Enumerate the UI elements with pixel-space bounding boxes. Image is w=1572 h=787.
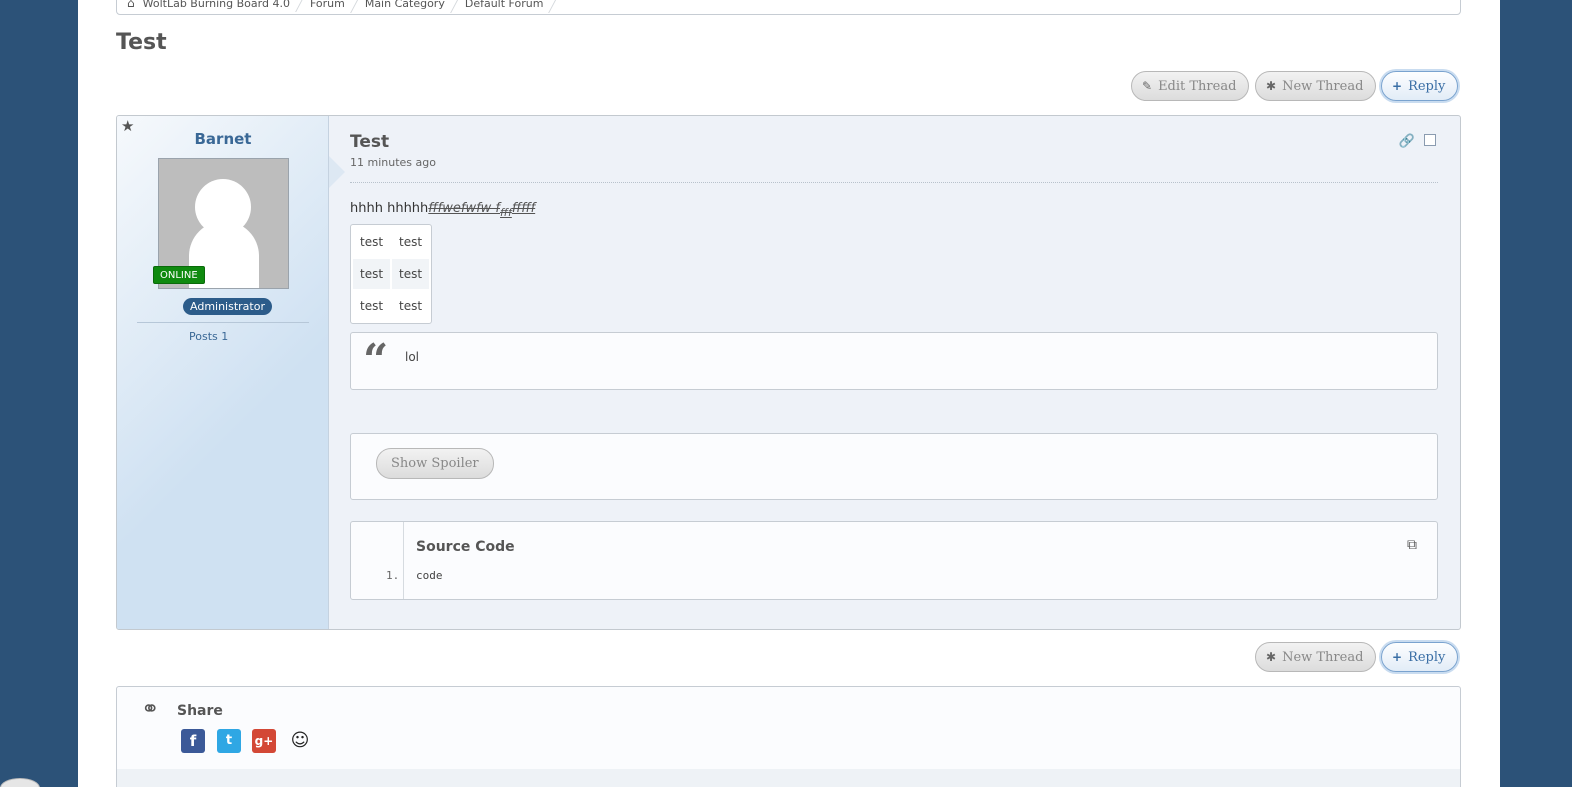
message-tail: fffff: [511, 201, 536, 216]
breadcrumb-link-forum[interactable]: Forum: [310, 0, 345, 10]
message-table: test test test test test test: [350, 224, 433, 324]
table-row: test test: [353, 227, 429, 257]
table-row: test test: [353, 259, 430, 289]
post-time[interactable]: 11 minutes ago: [350, 156, 436, 169]
table-cell: test: [399, 299, 423, 313]
share-box: ⚭ Share f t g+ ☺: [116, 686, 1461, 787]
page-title: Test: [116, 30, 167, 55]
code-line: code: [416, 569, 443, 582]
edit-thread-button[interactable]: ✎ Edit Thread: [1131, 71, 1250, 101]
line-number: 1.: [386, 569, 400, 582]
breadcrumb-item[interactable]: ⌂ WoltLab Burning Board 4.0: [127, 0, 304, 10]
message-subscript: fff: [500, 206, 512, 219]
asterisk-icon: ✱: [1266, 650, 1277, 664]
table-cell: test: [399, 235, 423, 249]
new-thread-label: New Thread: [1282, 649, 1364, 665]
message-styled: fffwefwfw f: [428, 201, 501, 216]
post-select-checkbox[interactable]: [1424, 134, 1436, 146]
spoiler-box: Show Spoiler: [350, 433, 1438, 500]
new-thread-button-bottom[interactable]: ✱ New Thread: [1255, 642, 1377, 672]
permalink-icon[interactable]: 🔗: [1399, 134, 1415, 149]
copy-icon[interactable]: ⧉: [1407, 537, 1417, 553]
breadcrumb: ⌂ WoltLab Burning Board 4.0 Forum Main C…: [116, 0, 1461, 15]
post-title: Test: [350, 132, 390, 152]
sidebar-arrow: [329, 156, 345, 188]
breadcrumb-link-category[interactable]: Main Category: [365, 0, 445, 10]
new-thread-label: New Thread: [1282, 78, 1364, 94]
reply-label: Reply: [1408, 78, 1446, 94]
share-footer: [117, 769, 1460, 787]
post-sidebar: ★ Barnet ONLINE Administrator Posts 1: [117, 116, 329, 629]
scroll-to-top-button[interactable]: [0, 778, 40, 787]
divider: [137, 322, 309, 323]
author-name[interactable]: Barnet: [117, 130, 329, 148]
table-cell: test: [360, 235, 384, 249]
facebook-icon[interactable]: f: [181, 729, 205, 753]
posts-stat[interactable]: Posts 1: [189, 330, 228, 343]
table-row: test test: [353, 291, 429, 321]
plus-icon: +: [1392, 650, 1403, 664]
post: ★ Barnet ONLINE Administrator Posts 1 Te…: [116, 115, 1461, 630]
online-badge: ONLINE: [153, 266, 205, 284]
link-icon: ⚭: [141, 697, 160, 722]
reply-label: Reply: [1408, 649, 1446, 665]
breadcrumb-link-board[interactable]: WoltLab Burning Board 4.0: [143, 0, 290, 10]
table-cell: test: [360, 299, 384, 313]
google-plus-icon[interactable]: g+: [252, 729, 276, 753]
post-content: Test 11 minutes ago 🔗 hhhh hhhhhfffwefwf…: [350, 116, 1460, 629]
code-box: Source Code 1. code ⧉: [350, 521, 1438, 600]
code-title: Source Code: [416, 539, 515, 555]
new-thread-button[interactable]: ✱ New Thread: [1255, 71, 1377, 101]
share-label: Share: [177, 703, 223, 719]
edit-thread-label: Edit Thread: [1158, 78, 1237, 94]
breadcrumb-item[interactable]: Default Forum: [459, 0, 558, 10]
role-badge: Administrator: [183, 298, 272, 315]
breadcrumb-item[interactable]: Forum: [304, 0, 359, 10]
asterisk-icon: ✱: [1266, 79, 1277, 93]
breadcrumb-item[interactable]: Main Category: [359, 0, 459, 10]
quote-icon: “: [363, 335, 389, 386]
message-plain: hhhh hhhhh: [350, 201, 429, 216]
reply-button-bottom[interactable]: + Reply: [1381, 642, 1459, 672]
plus-icon: +: [1392, 79, 1403, 93]
show-spoiler-button[interactable]: Show Spoiler: [376, 448, 494, 479]
reply-button[interactable]: + Reply: [1381, 71, 1459, 101]
quote-text: lol: [405, 350, 420, 364]
pencil-icon: ✎: [1142, 79, 1153, 93]
twitter-icon[interactable]: t: [217, 729, 241, 753]
message-text: hhhh hhhhhfffwefwfw fffffffff: [350, 201, 535, 219]
reddit-icon[interactable]: ☺: [288, 729, 312, 753]
quote-box: “ lol: [350, 332, 1438, 390]
table-cell: test: [353, 259, 391, 289]
table-cell: test: [392, 259, 430, 289]
page: ⌂ WoltLab Burning Board 4.0 Forum Main C…: [78, 0, 1500, 787]
divider: [350, 182, 1438, 183]
home-icon: ⌂: [127, 0, 135, 10]
code-gutter: [351, 522, 404, 599]
breadcrumb-link-default-forum[interactable]: Default Forum: [465, 0, 544, 10]
